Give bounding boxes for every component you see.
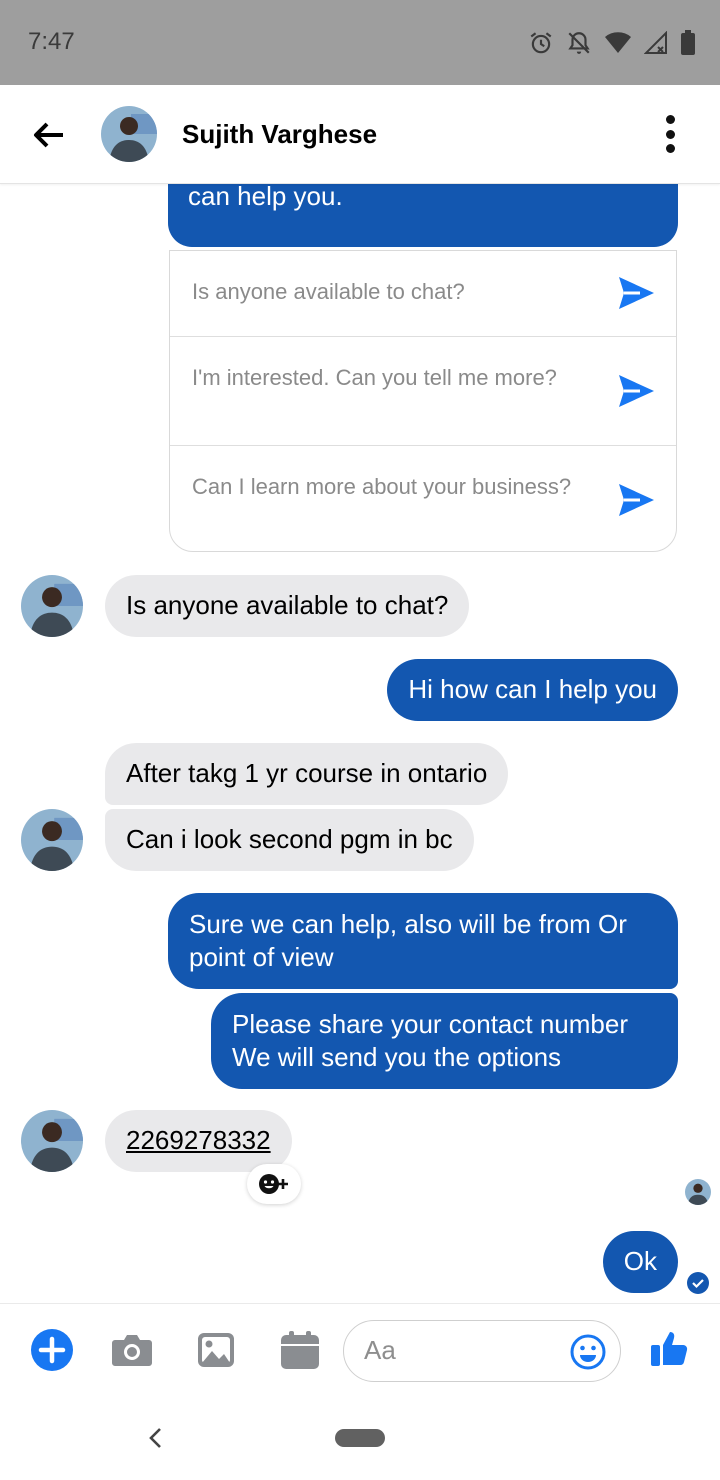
contact-avatar[interactable] — [21, 1110, 83, 1172]
alarm-icon — [530, 32, 552, 54]
seen-by-avatar — [685, 1179, 711, 1205]
plus-icon — [31, 1329, 73, 1371]
emoji-icon[interactable] — [570, 1334, 606, 1370]
quick-reply-item[interactable]: I'm interested. Can you tell me more? — [170, 337, 676, 446]
send-icon[interactable] — [616, 371, 656, 411]
status-time: 7:47 — [28, 28, 75, 55]
nav-home-pill[interactable] — [335, 1429, 385, 1447]
status-icons — [528, 28, 696, 58]
more-actions-button[interactable] — [30, 1328, 74, 1372]
chat-header: Sujith Varghese — [0, 85, 720, 184]
chevron-left-icon — [149, 1428, 161, 1448]
greeting-bubble: Hi, Sujith! Please let us know how we ca… — [168, 184, 678, 247]
contact-avatar[interactable] — [21, 809, 83, 871]
outgoing-message[interactable]: Ok — [602, 1231, 678, 1293]
gallery-button[interactable] — [194, 1328, 238, 1372]
composer-bar: Aa — [0, 1303, 720, 1403]
reaction-add-icon — [259, 1174, 288, 1194]
quick-reply-text: Can I learn more about your business? — [192, 474, 572, 499]
incoming-message: 2269278332 — [105, 1110, 292, 1172]
message-list[interactable]: Hi, Sujith! Please let us know how we ca… — [0, 184, 720, 1303]
system-nav-bar — [0, 1403, 720, 1480]
incoming-message[interactable]: After takg 1 yr course in ontario — [105, 743, 509, 805]
status-bar: 7:47 — [0, 0, 720, 85]
more-options-button[interactable] — [652, 111, 688, 157]
incoming-message[interactable]: Can i look second pgm in bc — [105, 809, 474, 871]
thumbs-up-icon — [651, 1332, 688, 1366]
phone-number-link[interactable]: 2269278332 — [126, 1125, 271, 1155]
outgoing-message[interactable]: Sure we can help, also will be from Or p… — [168, 893, 678, 989]
quick-reply-item[interactable]: Is anyone available to chat? — [170, 251, 676, 337]
camera-button[interactable] — [110, 1328, 154, 1372]
image-icon — [198, 1333, 234, 1367]
greeting-text: Hi, Sujith! Please let us know how we ca… — [188, 184, 343, 211]
add-reaction-button[interactable] — [247, 1164, 301, 1204]
calendar-icon — [281, 1331, 319, 1369]
back-button[interactable] — [22, 111, 76, 159]
contact-avatar[interactable] — [21, 575, 83, 637]
more-vert-icon — [665, 115, 675, 124]
message-input-placeholder: Aa — [364, 1335, 396, 1365]
quick-replies-card: Is anyone available to chat? I'm interes… — [169, 250, 677, 552]
contact-avatar[interactable] — [101, 106, 157, 162]
like-button[interactable] — [648, 1326, 692, 1370]
message-input[interactable]: Aa — [343, 1320, 621, 1382]
wifi-icon — [605, 32, 631, 53]
signal-icon — [644, 31, 667, 54]
incoming-message[interactable]: Is anyone available to chat? — [105, 575, 470, 637]
quick-reply-item[interactable]: Can I learn more about your business? — [170, 446, 676, 551]
send-icon[interactable] — [616, 273, 656, 313]
notifications-off-icon — [568, 32, 590, 54]
quick-reply-text: I'm interested. Can you tell me more? — [192, 365, 557, 390]
camera-icon — [112, 1335, 152, 1366]
delivered-check-icon — [687, 1272, 709, 1294]
outgoing-message[interactable]: Please share your contact number We will… — [211, 993, 678, 1089]
nav-back-button[interactable] — [140, 1423, 170, 1453]
battery-icon — [681, 30, 695, 55]
back-arrow-icon — [34, 122, 63, 148]
contact-name[interactable]: Sujith Varghese — [182, 119, 377, 150]
calendar-button[interactable] — [278, 1328, 322, 1372]
quick-reply-text: Is anyone available to chat? — [192, 279, 465, 304]
send-icon[interactable] — [616, 480, 656, 520]
outgoing-message[interactable]: Hi how can I help you — [387, 659, 678, 721]
